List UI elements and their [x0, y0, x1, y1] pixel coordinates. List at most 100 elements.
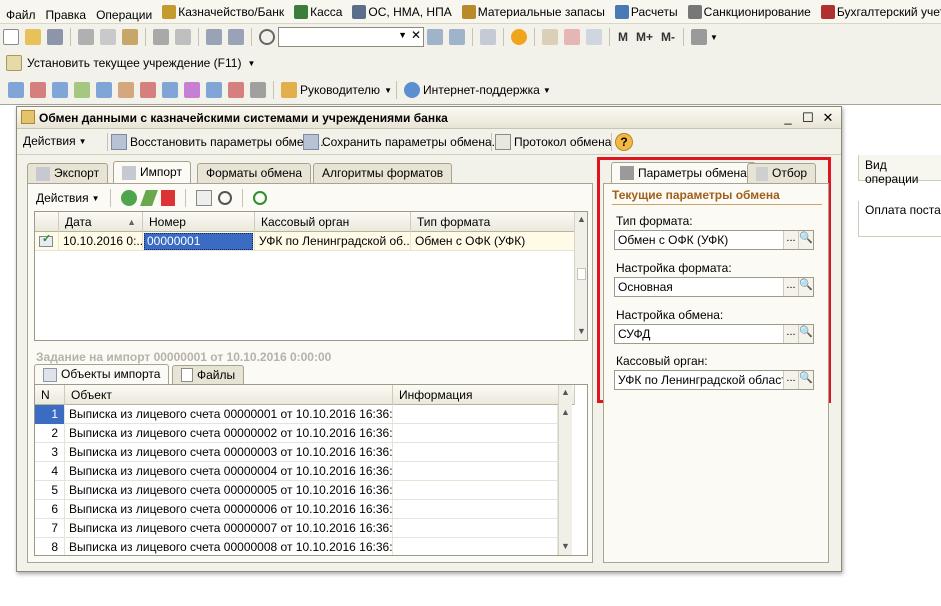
search-combobox[interactable]: ▼ ✕	[278, 27, 424, 47]
memory-button-1[interactable]: M+	[636, 30, 653, 44]
calculator-icon[interactable]	[542, 29, 558, 45]
exchange-setting-choose-button[interactable]: ...	[783, 325, 798, 343]
chevron-down-icon[interactable]: ▼	[384, 86, 392, 95]
menu-item-7[interactable]: Расчеты	[611, 0, 682, 23]
copy-icon[interactable]	[100, 29, 116, 45]
actions-menu-button[interactable]: Действия ▼	[23, 134, 87, 148]
table-row[interactable]: 4 Выписка из лицевого счета 00000004 от 1…	[35, 462, 558, 481]
edit-icon[interactable]	[139, 190, 158, 206]
shortcut-icon[interactable]	[206, 82, 222, 98]
column-header-format-type[interactable]: Тип формата	[411, 212, 575, 232]
import-objects-scrollbar[interactable]: ▲ ▲ ▼	[558, 385, 572, 555]
tab-filter[interactable]: Отбор	[747, 163, 817, 183]
scroll-down-icon[interactable]: ▼	[559, 539, 572, 553]
find-icon[interactable]	[217, 191, 232, 205]
menu-item-9[interactable]: Бухгалтерский учет	[817, 0, 941, 23]
shortcut-icon[interactable]	[228, 82, 244, 98]
manager-menu-button[interactable]: Руководителю	[300, 83, 380, 97]
preview-icon[interactable]	[175, 29, 191, 45]
new-document-icon[interactable]	[3, 29, 19, 45]
memory-button-0[interactable]: M	[618, 30, 628, 44]
format-type-field[interactable]: Обмен с ОФК (УФК) ... 🔍	[614, 230, 814, 250]
table-row[interactable]: 5 Выписка из лицевого счета 00000005 от 1…	[35, 481, 558, 500]
shortcut-icon[interactable]	[162, 82, 178, 98]
cash-organ-field[interactable]: УФК по Ленинградской области ... 🔍	[614, 370, 814, 390]
chevron-down-icon[interactable]: ▼	[543, 86, 551, 95]
column-header-date[interactable]: Дата ▲	[59, 212, 143, 232]
memory-button-2[interactable]: M-	[661, 30, 675, 44]
column-header-number[interactable]: Номер	[143, 212, 255, 232]
subtab-files[interactable]: Файлы	[172, 365, 245, 384]
find-icon[interactable]	[259, 29, 275, 45]
table-row[interactable]: 6 Выписка из лицевого счета 00000006 от 1…	[35, 500, 558, 519]
import-tasks-scrollbar[interactable]: ▲ ▼	[574, 212, 587, 340]
restore-params-button[interactable]: Восстановить параметры обмена...	[111, 134, 327, 150]
save-params-button[interactable]: Сохранить параметры обмена...	[303, 134, 502, 150]
table-row[interactable]: 1 Выписка из лицевого счета 00000001 от 1…	[35, 405, 558, 424]
exchange-setting-open-icon[interactable]: 🔍	[798, 325, 813, 343]
info-icon[interactable]	[511, 29, 527, 45]
menu-item-4[interactable]: Касса	[290, 0, 346, 23]
add-icon[interactable]	[120, 190, 137, 206]
shortcut-icon[interactable]	[52, 82, 68, 98]
bg-table-cell[interactable]: Оплата постав	[858, 201, 941, 237]
shortcut-icon[interactable]	[250, 82, 266, 98]
undo-icon[interactable]	[206, 29, 222, 45]
clear-search-icon[interactable]: ✕	[411, 28, 421, 42]
grid-icon[interactable]	[586, 29, 602, 45]
help-button[interactable]: ?	[615, 133, 633, 151]
close-button[interactable]: ✕	[819, 109, 837, 127]
open-folder-icon[interactable]	[25, 29, 41, 45]
find-next-icon[interactable]	[427, 29, 443, 45]
scroll-up-icon[interactable]: ▲	[575, 212, 587, 226]
menu-item-1[interactable]: Правка	[42, 3, 91, 23]
internet-support-button[interactable]: Интернет-поддержка	[423, 83, 540, 97]
shortcut-icon[interactable]	[140, 82, 156, 98]
maximize-button[interactable]: ☐	[799, 109, 817, 127]
save-icon[interactable]	[47, 29, 63, 45]
print-icon[interactable]	[153, 29, 169, 45]
exchange-protocol-button[interactable]: Протокол обмена	[495, 134, 611, 150]
find-prev-icon[interactable]	[449, 29, 465, 45]
menu-item-3[interactable]: Казначейство/Банк	[158, 0, 288, 23]
table-row[interactable]: 2 Выписка из лицевого счета 00000002 от 1…	[35, 424, 558, 443]
menu-item-6[interactable]: Материальные запасы	[458, 0, 609, 23]
set-institution-button[interactable]: Установить текущее учреждение (F11)	[27, 56, 241, 70]
menu-item-0[interactable]: Файл	[2, 3, 40, 23]
tab-format-algorithms[interactable]: Алгоритмы форматов	[313, 163, 453, 183]
redo-icon[interactable]	[228, 29, 244, 45]
column-header-object[interactable]: Объект	[65, 385, 393, 405]
format-setting-field[interactable]: Основная ... 🔍	[614, 277, 814, 297]
cut-icon[interactable]	[78, 29, 94, 45]
paste-icon[interactable]	[122, 29, 138, 45]
scroll-up-small-icon[interactable]: ▲	[559, 405, 572, 419]
column-header-info[interactable]: Информация	[393, 385, 575, 405]
table-row[interactable]: ✓ 10.10.2016 0:... 00000001 УФК по Ленин…	[35, 232, 575, 251]
shortcut-icon[interactable]	[8, 82, 24, 98]
import-actions-button[interactable]: Действия ▼	[36, 191, 100, 205]
chevron-down-icon[interactable]: ▼	[247, 59, 255, 68]
subtab-import-objects[interactable]: Объекты импорта	[34, 364, 170, 384]
tab-exchange-formats[interactable]: Форматы обмена	[197, 163, 312, 183]
tools-icon[interactable]	[691, 29, 708, 45]
cash-organ-choose-button[interactable]: ...	[783, 371, 798, 389]
scroll-thumb[interactable]	[577, 268, 586, 280]
chevron-down-icon[interactable]: ▼	[710, 33, 718, 42]
shortcut-icon[interactable]	[184, 82, 200, 98]
table-row[interactable]: 7 Выписка из лицевого счета 00000007 от 1…	[35, 519, 558, 538]
table-row[interactable]: 8 Выписка из лицевого счета 00000008 от 1…	[35, 538, 558, 555]
table-row[interactable]: 3 Выписка из лицевого счета 00000003 от 1…	[35, 443, 558, 462]
shortcut-icon[interactable]	[96, 82, 112, 98]
menu-item-5[interactable]: ОС, НМА, НПА	[348, 0, 455, 23]
shortcut-icon[interactable]	[30, 82, 46, 98]
form-title-bar[interactable]: Обмен данными с казначейскими системами …	[17, 107, 841, 129]
calendar-icon[interactable]	[564, 29, 580, 45]
column-header-n[interactable]: N	[35, 385, 65, 405]
minimize-button[interactable]: _	[779, 109, 797, 127]
format-setting-open-icon[interactable]: 🔍	[798, 278, 813, 296]
format-type-choose-button[interactable]: ...	[783, 231, 798, 249]
format-setting-choose-button[interactable]: ...	[783, 278, 798, 296]
cash-organ-open-icon[interactable]: 🔍	[798, 371, 813, 389]
scroll-up-icon[interactable]: ▲	[559, 385, 572, 399]
chevron-down-icon[interactable]: ▼	[398, 30, 407, 40]
